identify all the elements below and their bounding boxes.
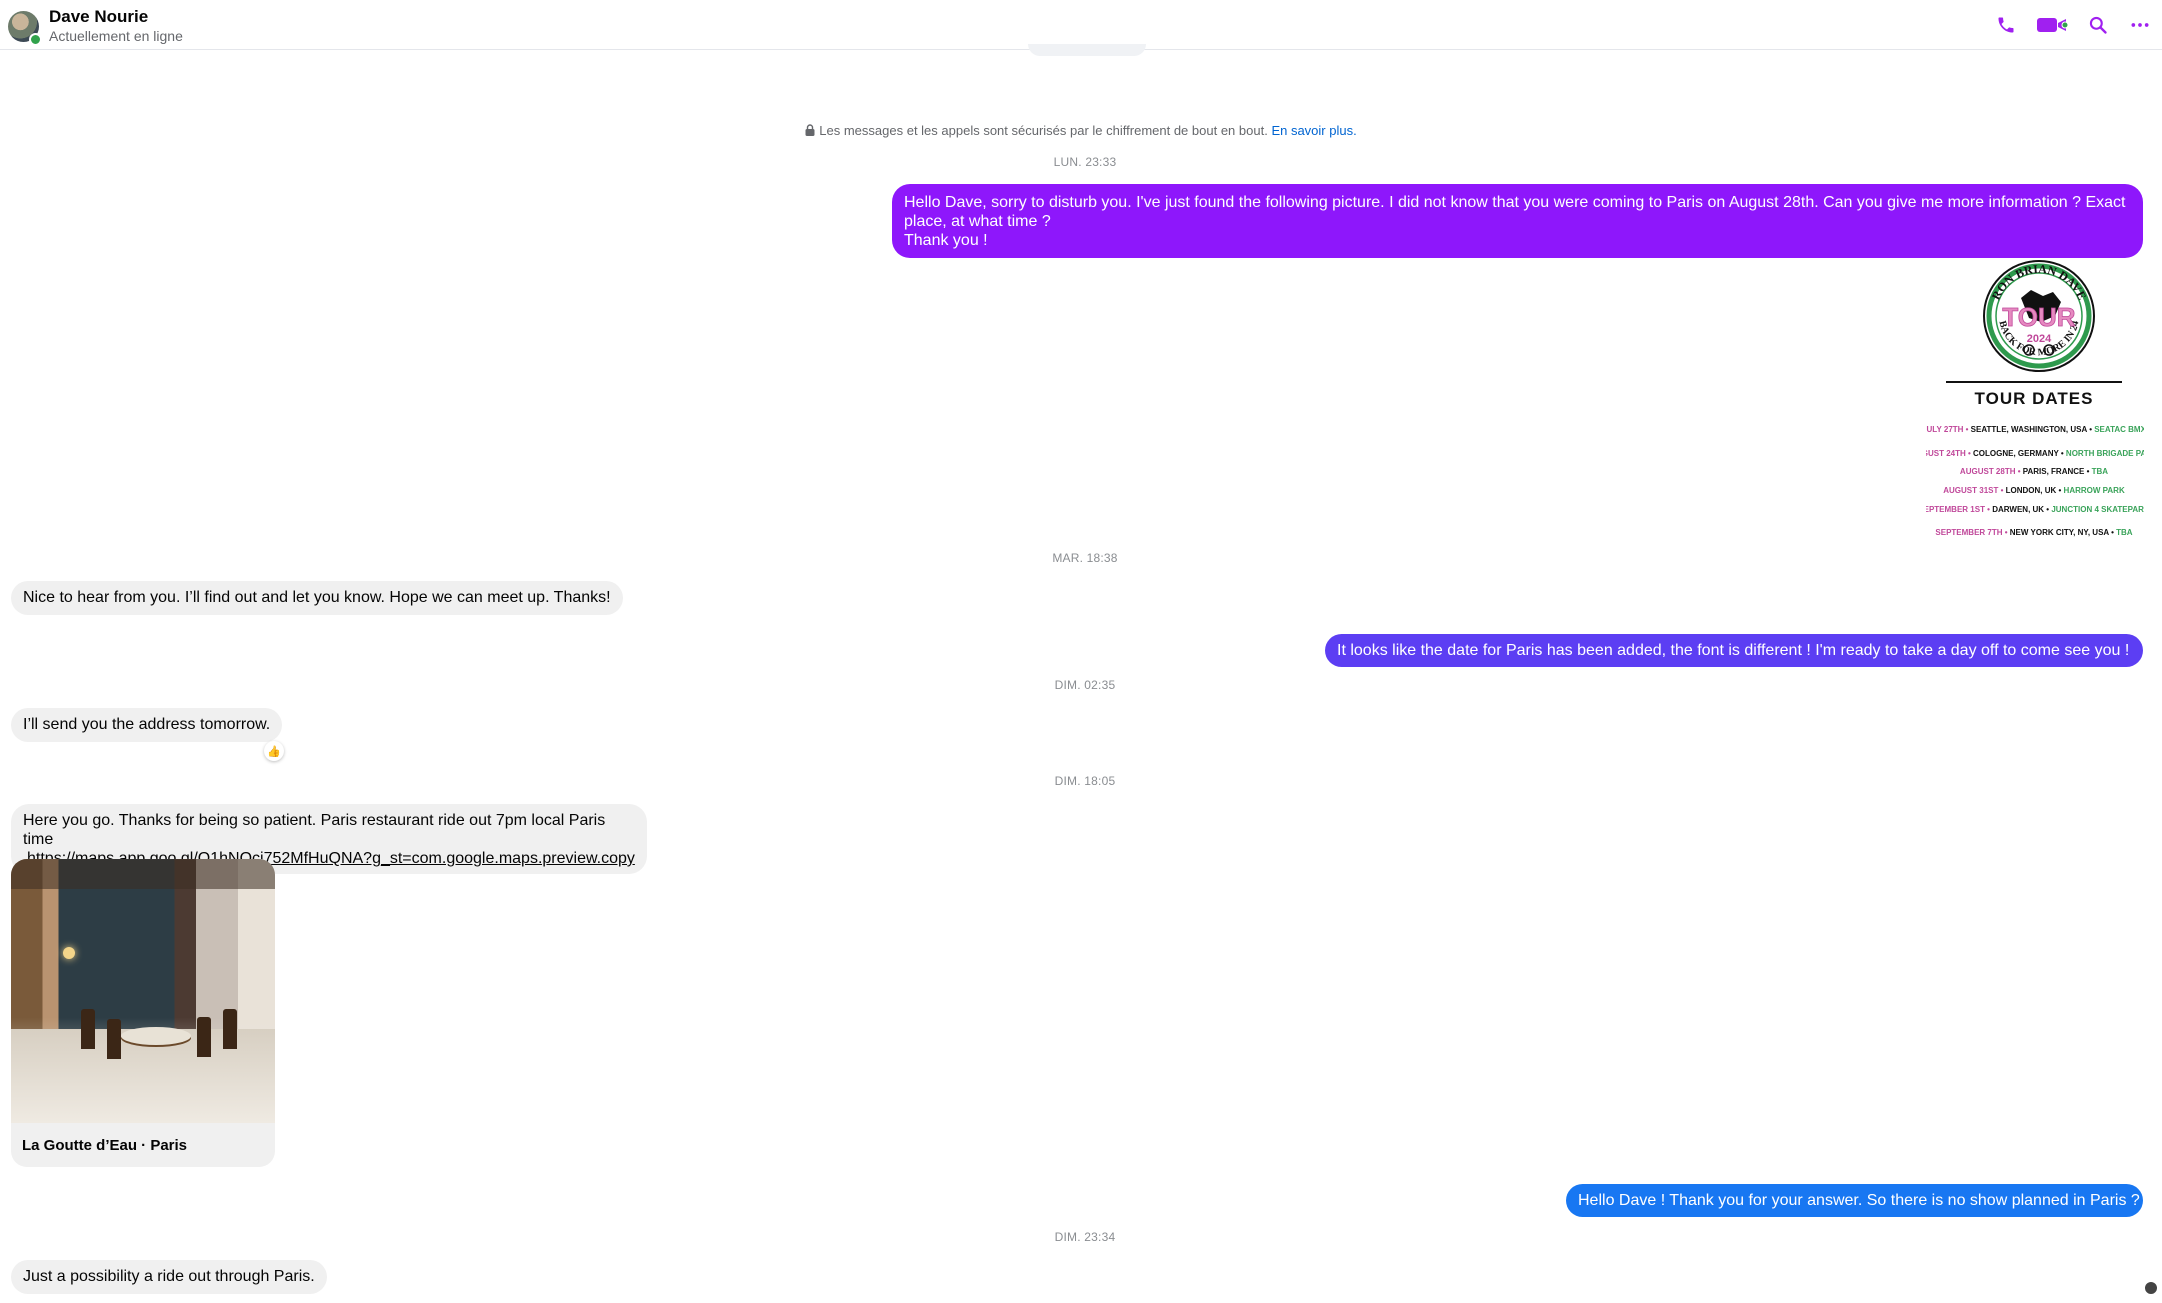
message-text: Here you go. Thanks for being so patient… [23, 812, 606, 848]
encryption-text: Les messages et les appels sont sécurisé… [819, 123, 1268, 138]
logo-year-text: 2024 [2027, 333, 2052, 345]
outgoing-message[interactable]: Hello Dave ! Thank you for your answer. … [1566, 1184, 2143, 1217]
incoming-message[interactable]: I’ll send you the address tomorrow. [11, 708, 283, 742]
conversation-header: Dave Nourie Actuellement en ligne [0, 0, 2162, 50]
tour-dates-heading: TOUR DATES [1975, 389, 2094, 408]
tour-logo: RON BRIAN DAVE BACK FOR MORE IN 24 TOUR … [1983, 260, 2095, 372]
encryption-notice: Les messages et les appels sont sécurisé… [0, 123, 2162, 139]
timestamp: DIM. 02:35 [1054, 678, 1116, 692]
learn-more-link[interactable]: En savoir plus. [1271, 123, 1356, 138]
thumbs-up-reaction-icon[interactable]: 👍 [264, 741, 284, 761]
timestamp: DIM. 23:34 [1054, 1230, 1116, 1244]
contact-status: Actuellement en ligne [49, 28, 183, 44]
message-line: Hello Dave, sorry to disturb you. I've j… [904, 194, 2126, 211]
phone-icon[interactable] [1994, 13, 2018, 37]
tour-date-row: SEPTEMBER 1ST • DARWEN, UK • JUNCTION 4 … [1926, 505, 2144, 514]
message-line: place, at what time ? [904, 213, 1051, 230]
outgoing-message[interactable]: Hello Dave, sorry to disturb you. I've j… [892, 184, 2143, 258]
header-actions [1994, 12, 2152, 38]
incoming-message[interactable]: Nice to hear from you. I’ll find out and… [11, 581, 623, 615]
tour-poster-image[interactable]: RON BRIAN DAVE BACK FOR MORE IN 24 TOUR … [1926, 258, 2144, 548]
restaurant-photo [11, 859, 275, 1123]
tour-date-row: AUGUST 28TH • PARIS, FRANCE • TBA [1960, 467, 2108, 476]
tour-date-row: AUGUST 31ST • LONDON, UK • HARROW PARK [1943, 486, 2125, 495]
more-icon[interactable] [2128, 13, 2152, 37]
logo-main-text: TOUR [2002, 302, 2075, 332]
location-title: La Goutte d’Eau · Paris [22, 1137, 188, 1154]
incoming-message[interactable]: Just a possibility a ride out through Pa… [11, 1260, 327, 1294]
video-icon[interactable] [2036, 13, 2068, 37]
lock-icon [805, 124, 815, 139]
scroll-indicator [1028, 44, 1146, 56]
tour-date-row: JULY 27TH • SEATTLE, WASHINGTON, USA • S… [1926, 425, 2144, 434]
message-line: Thank you ! [904, 232, 988, 249]
seen-avatar-icon [2144, 1281, 2158, 1295]
tour-date-row: AUGUST 24TH • COLOGNE, GERMANY • NORTH B… [1926, 449, 2144, 458]
tour-date-row: SEPTEMBER 7TH • NEW YORK CITY, NY, USA •… [1935, 528, 2132, 537]
tour-dates-list: JULY 27TH • SEATTLE, WASHINGTON, USA • S… [1926, 425, 2144, 537]
location-preview-card[interactable]: La Goutte d’Eau · Paris [11, 859, 275, 1167]
outgoing-message[interactable]: It looks like the date for Paris has bee… [1325, 634, 2143, 667]
online-status-dot [29, 33, 42, 46]
contact-name[interactable]: Dave Nourie [49, 7, 148, 27]
timestamp: MAR. 18:38 [1052, 551, 1118, 565]
messenger-conversation: Dave Nourie Actuellement en ligne Les me… [0, 0, 2162, 1303]
search-icon[interactable] [2086, 13, 2110, 37]
timestamp: LUN. 23:33 [1053, 155, 1117, 169]
timestamp: DIM. 18:05 [1054, 774, 1116, 788]
